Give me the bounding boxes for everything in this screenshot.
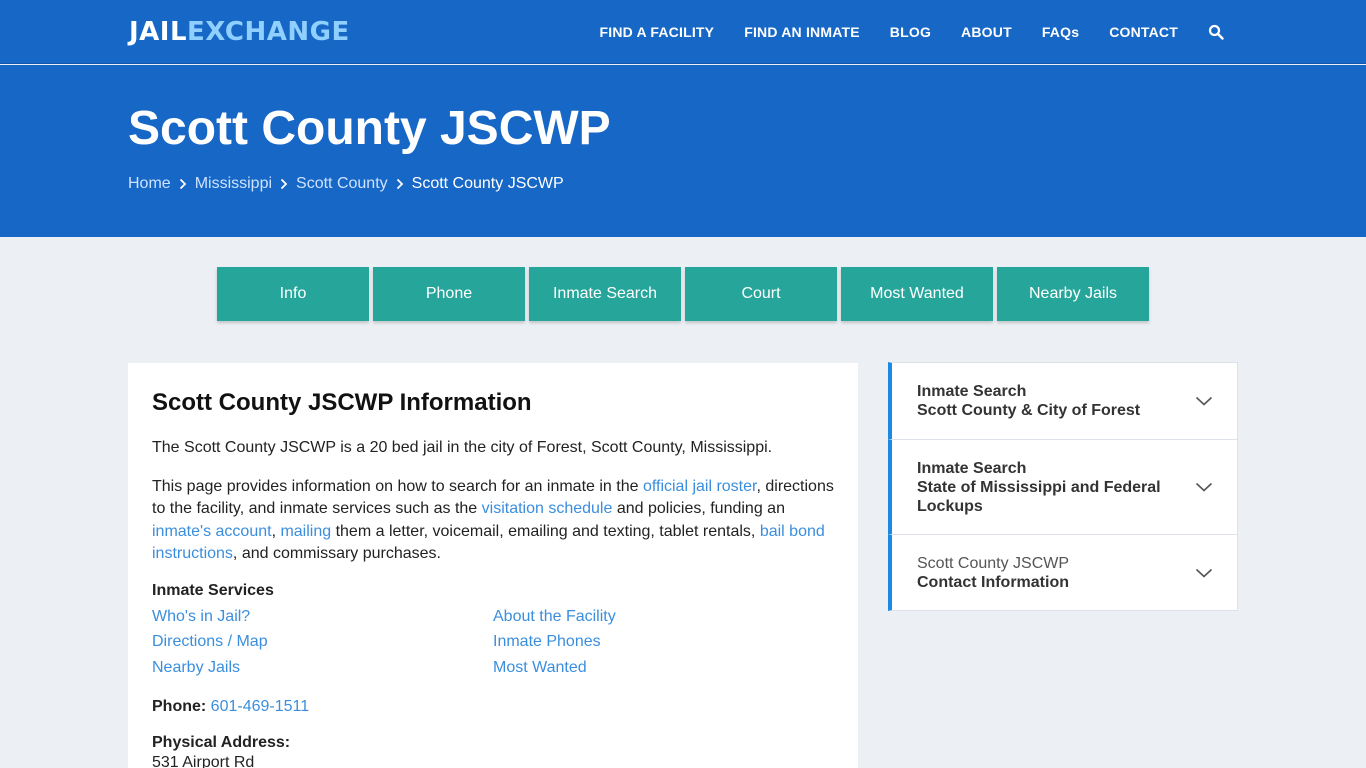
accordion-inmate-search-county[interactable]: Inmate Search Scott County & City of For… [888, 362, 1238, 440]
tab-inmate-search[interactable]: Inmate Search [529, 267, 681, 321]
breadcrumb-home[interactable]: Home [128, 175, 171, 193]
chevron-right-icon [388, 176, 412, 192]
chevron-right-icon [272, 176, 296, 192]
section-tabs: Info Phone Inmate Search Court Most Want… [217, 267, 1153, 321]
para-text-3: and policies, funding an [612, 500, 785, 517]
address-label: Physical Address: [152, 734, 291, 751]
phone-row: Phone: 601-469-1511 [152, 698, 834, 716]
nav-contact[interactable]: CONTACT [1109, 24, 1178, 40]
service-link-directions[interactable]: Directions / Map [152, 631, 493, 653]
phone-link[interactable]: 601-469-1511 [211, 698, 309, 715]
intro-paragraph: The Scott County JSCWP is a 20 bed jail … [152, 439, 773, 456]
breadcrumb-current: Scott County JSCWP [411, 175, 564, 192]
accordion-inmate-search-state[interactable]: Inmate Search State of Mississippi and F… [888, 439, 1238, 535]
nav-find-facility[interactable]: FIND A FACILITY [599, 24, 714, 40]
chevron-right-icon [171, 176, 195, 192]
breadcrumb-state[interactable]: Mississippi [195, 175, 272, 193]
accordion-line2: State of Mississippi and Federal Lockups [917, 478, 1161, 515]
page-hero: Scott County JSCWP Home Mississippi Scot… [0, 65, 1366, 237]
service-link-most-wanted[interactable]: Most Wanted [493, 657, 793, 679]
link-inmate-account[interactable]: inmate's account [152, 523, 272, 540]
search-icon[interactable] [1208, 24, 1224, 40]
breadcrumb-county[interactable]: Scott County [296, 175, 388, 193]
phone-label: Phone: [152, 698, 207, 715]
description-paragraph: This page provides information on how to… [152, 476, 834, 566]
accordion-line1: Inmate Search [917, 459, 1027, 477]
tab-phone[interactable]: Phone [373, 267, 525, 321]
tab-most-wanted[interactable]: Most Wanted [841, 267, 993, 321]
link-mailing[interactable]: mailing [280, 523, 331, 540]
para-text-5: them a letter, voicemail, emailing and t… [331, 522, 760, 540]
top-navbar: JAILEXCHANGE FIND A FACILITY FIND AN INM… [0, 0, 1366, 64]
tab-court[interactable]: Court [685, 267, 837, 321]
accordion-line1: Scott County JSCWP [917, 554, 1070, 572]
para-text-1: This page provides information on how to… [152, 477, 643, 495]
link-official-jail-roster[interactable]: official jail roster [643, 478, 757, 495]
chevron-down-icon [1195, 396, 1213, 406]
nav-about[interactable]: ABOUT [961, 24, 1012, 40]
tab-nearby-jails[interactable]: Nearby Jails [997, 267, 1149, 321]
inmate-services-list: Who's in Jail? About the Facility Direct… [152, 606, 834, 679]
info-heading: Scott County JSCWP Information [152, 389, 532, 416]
chevron-down-icon [1195, 482, 1213, 492]
breadcrumb: Home Mississippi Scott County Scott Coun… [128, 175, 564, 193]
sidebar-accordion: Inmate Search Scott County & City of For… [888, 362, 1238, 611]
link-visitation-schedule[interactable]: visitation schedule [482, 500, 613, 517]
nav-find-inmate[interactable]: FIND AN INMATE [744, 24, 860, 40]
site-logo[interactable]: JAILEXCHANGE [129, 17, 350, 47]
tab-info[interactable]: Info [217, 267, 369, 321]
nav-faqs[interactable]: FAQs [1042, 24, 1079, 40]
service-link-nearby-jails[interactable]: Nearby Jails [152, 657, 493, 679]
nav-blog[interactable]: BLOG [890, 24, 931, 40]
logo-part-exchange: EXCHANGE [187, 17, 350, 47]
service-link-inmate-phones[interactable]: Inmate Phones [493, 631, 793, 653]
chevron-down-icon [1195, 568, 1213, 578]
facility-info-panel: Scott County JSCWP Information The Scott… [128, 363, 858, 768]
address-line: 531 Airport Rd [152, 754, 255, 768]
accordion-contact-information[interactable]: Scott County JSCWP Contact Information [888, 534, 1238, 611]
main-nav: FIND A FACILITY FIND AN INMATE BLOG ABOU… [569, 0, 1224, 64]
logo-part-jail: JAIL [129, 17, 188, 47]
service-link-about-facility[interactable]: About the Facility [493, 606, 793, 628]
accordion-line2: Contact Information [917, 573, 1069, 591]
accordion-line1: Inmate Search [917, 383, 1027, 400]
accordion-line2: Scott County & City of Forest [917, 402, 1141, 419]
para-text-6: , and commissary purchases. [232, 545, 441, 562]
inmate-services-title: Inmate Services [152, 581, 274, 599]
page-title: Scott County JSCWP [128, 102, 611, 155]
service-link-whos-in-jail[interactable]: Who's in Jail? [152, 606, 493, 628]
